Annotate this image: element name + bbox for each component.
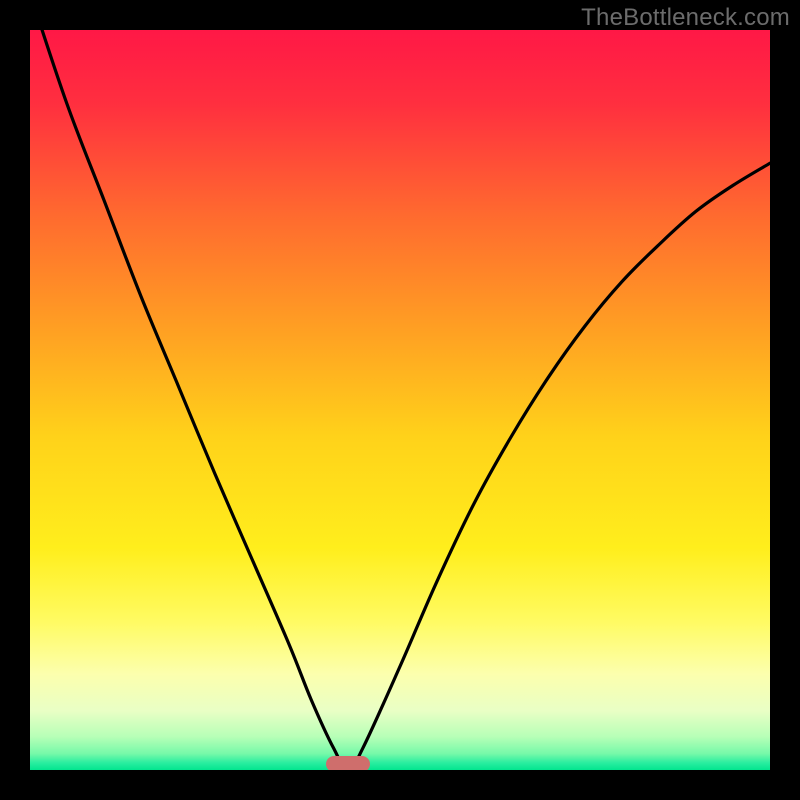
plot-area [30, 30, 770, 770]
optimal-zone-marker [326, 756, 370, 770]
chart-frame: TheBottleneck.com [0, 0, 800, 800]
watermark-text: TheBottleneck.com [581, 4, 790, 32]
bottleneck-curve [30, 30, 770, 770]
